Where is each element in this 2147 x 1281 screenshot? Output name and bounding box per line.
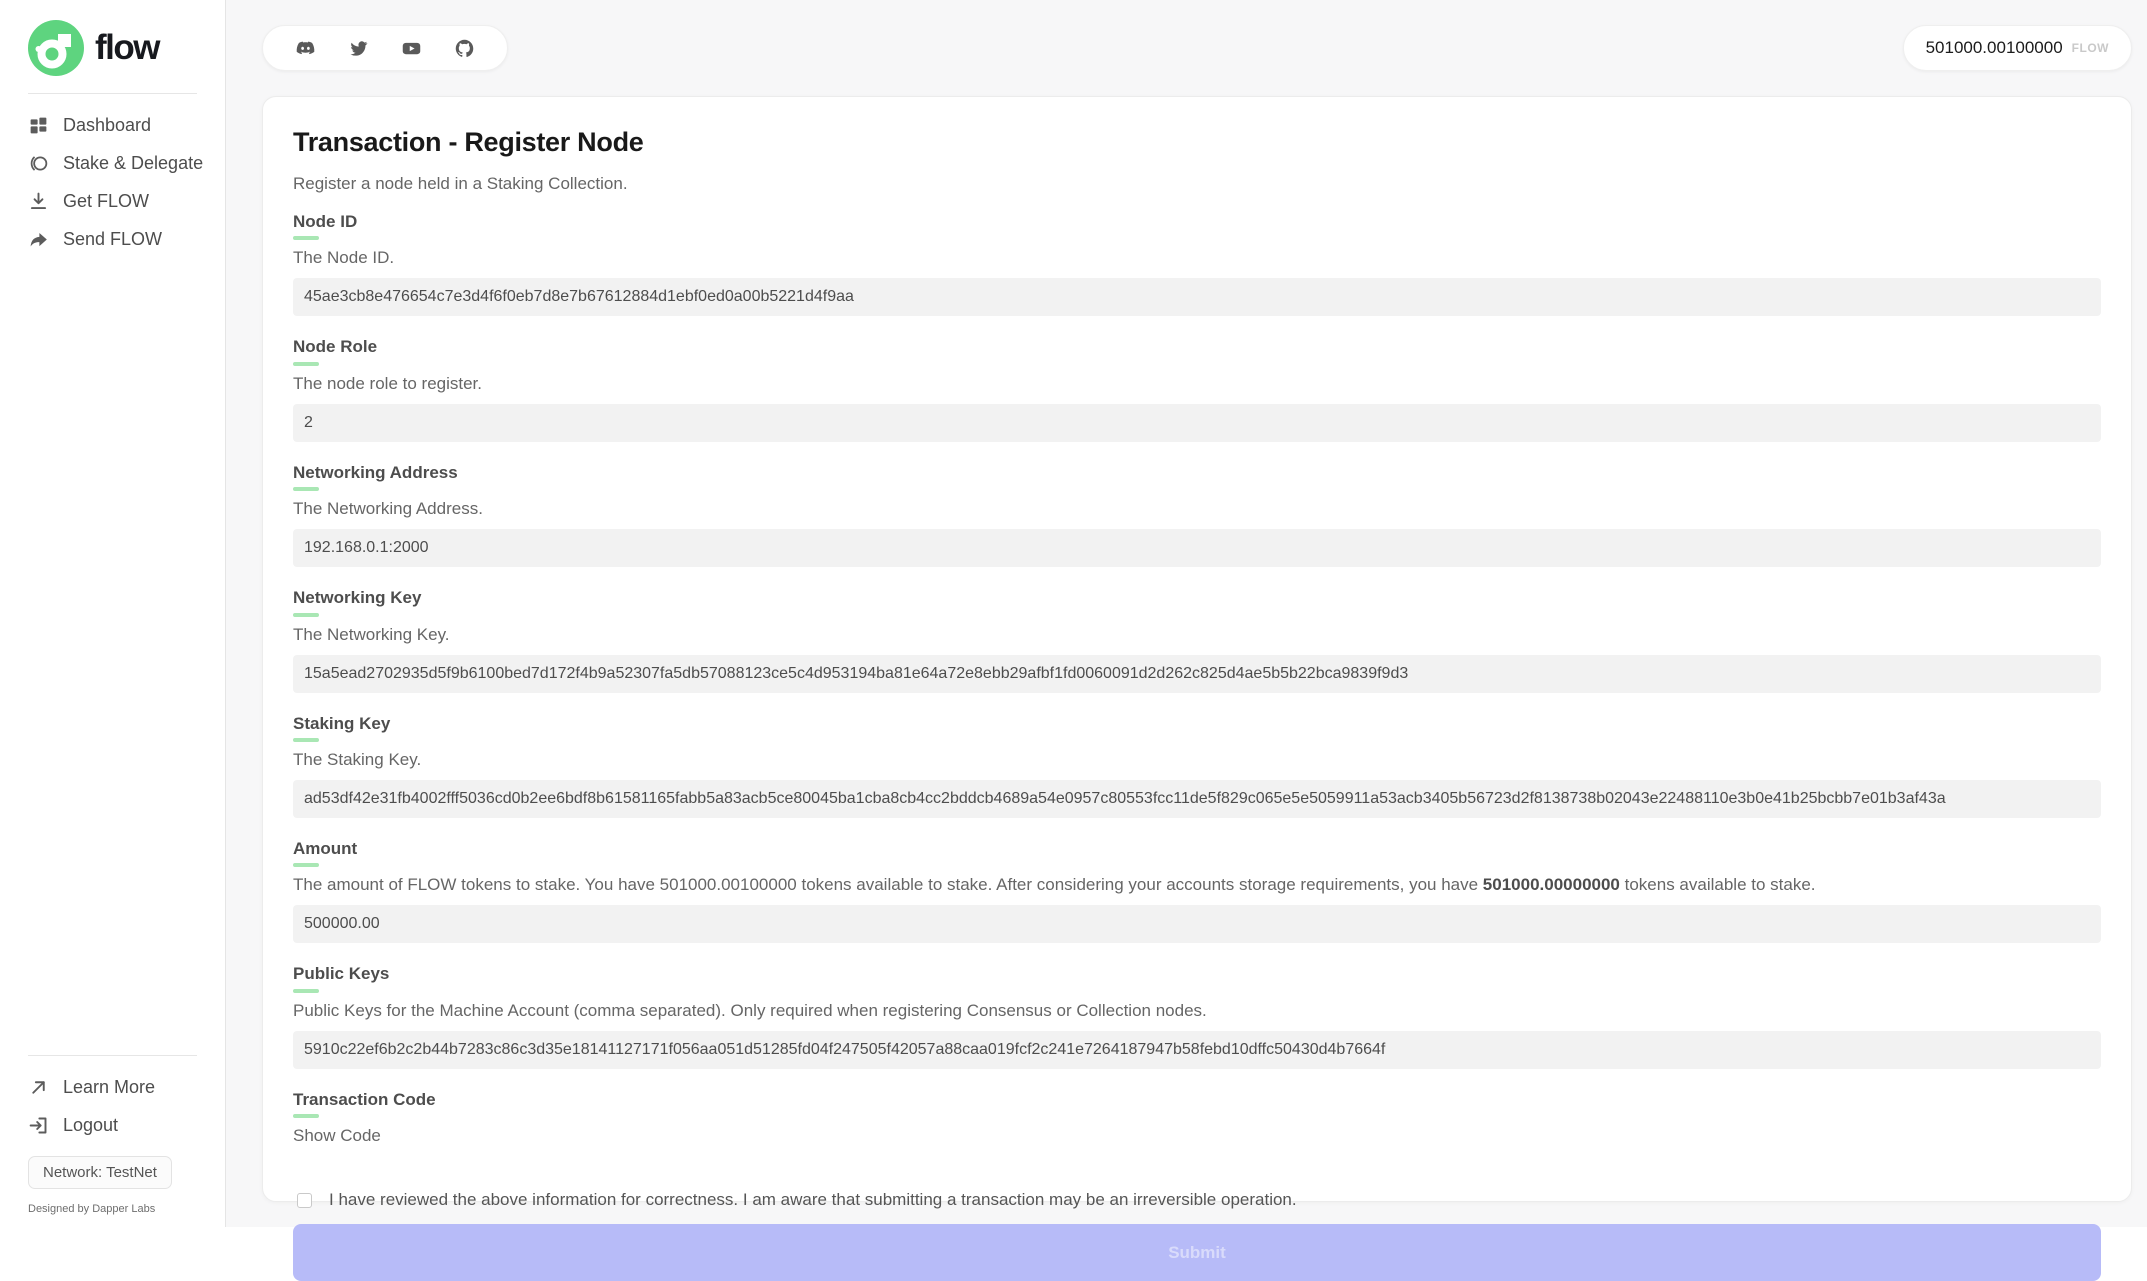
logout-icon	[28, 1115, 49, 1136]
youtube-icon[interactable]	[401, 38, 422, 59]
network-badge: Network: TestNet	[28, 1156, 172, 1189]
node-id-input[interactable]	[293, 278, 2101, 316]
flow-logo-wordmark: flow	[95, 28, 159, 68]
label-underline	[293, 613, 319, 617]
balance-currency-label: FLOW	[2072, 41, 2109, 55]
field-label: Networking Address	[293, 463, 2101, 491]
sidebar-nav: Dashboard Stake & Delegate Get FLOW Send…	[0, 106, 225, 258]
sidebar-divider	[28, 93, 197, 94]
dashboard-icon	[28, 115, 49, 136]
networking-key-input[interactable]	[293, 655, 2101, 693]
sidebar-item-logout[interactable]: Logout	[28, 1106, 225, 1144]
field-description: The node role to register.	[293, 374, 2101, 394]
field-label: Staking Key	[293, 714, 2101, 742]
sidebar-item-get-flow[interactable]: Get FLOW	[28, 182, 225, 220]
confirm-text: I have reviewed the above information fo…	[329, 1190, 1297, 1210]
flow-logo-icon	[28, 20, 84, 76]
balance-amount: 501000.00100000	[1926, 38, 2063, 58]
main-area: 501000.00100000 FLOW Transaction - Regis…	[226, 0, 2147, 1227]
page-subtitle: Register a node held in a Staking Collec…	[293, 174, 2101, 194]
show-code-toggle[interactable]: Show Code	[293, 1126, 381, 1146]
field-description: Public Keys for the Machine Account (com…	[293, 1001, 2101, 1021]
stake-delegate-icon	[28, 153, 49, 174]
sidebar-item-learn-more[interactable]: Learn More	[28, 1068, 225, 1106]
topbar: 501000.00100000 FLOW	[262, 25, 2132, 71]
sidebar-item-label: Send FLOW	[63, 229, 162, 250]
page-title: Transaction - Register Node	[293, 127, 2101, 158]
field-description: The amount of FLOW tokens to stake. You …	[293, 875, 2101, 895]
field-amount: Amount The amount of FLOW tokens to stak…	[293, 839, 2101, 964]
label-underline	[293, 989, 319, 993]
field-label: Node Role	[293, 337, 2101, 365]
sidebar-item-label: Learn More	[63, 1077, 155, 1098]
confirmation-row: I have reviewed the above information fo…	[297, 1190, 2101, 1210]
sidebar-footer-nav: Learn More Logout	[0, 1068, 225, 1144]
node-role-input[interactable]	[293, 404, 2101, 442]
sidebar-item-dashboard[interactable]: Dashboard	[28, 106, 225, 144]
flow-logo[interactable]: flow	[0, 0, 225, 76]
field-label: Node ID	[293, 212, 2101, 240]
submit-button[interactable]: Submit	[293, 1224, 2101, 1281]
discord-icon[interactable]	[295, 38, 316, 59]
field-description: The Staking Key.	[293, 750, 2101, 770]
label-underline	[293, 863, 319, 867]
sidebar-item-label: Logout	[63, 1115, 118, 1136]
public-keys-input[interactable]	[293, 1031, 2101, 1069]
sidebar-footer-divider	[28, 1055, 197, 1056]
sidebar-item-label: Dashboard	[63, 115, 151, 136]
sidebar-footer: Learn More Logout Network: TestNet Desig…	[0, 1038, 225, 1215]
label-underline	[293, 487, 319, 491]
field-label: Transaction Code	[293, 1090, 2101, 1118]
credit-text: Designed by Dapper Labs	[28, 1203, 225, 1215]
available-to-stake-amount: 501000.00000000	[1483, 875, 1620, 894]
label-underline	[293, 236, 319, 240]
field-label: Amount	[293, 839, 2101, 867]
amount-input[interactable]	[293, 905, 2101, 943]
field-label: Networking Key	[293, 588, 2101, 616]
label-underline	[293, 362, 319, 366]
field-node-role: Node Role The node role to register.	[293, 337, 2101, 462]
send-icon	[28, 229, 49, 250]
sidebar-item-label: Get FLOW	[63, 191, 149, 212]
field-transaction-code: Transaction Code Show Code	[293, 1090, 2101, 1146]
confirm-checkbox[interactable]	[297, 1193, 312, 1208]
field-networking-address: Networking Address The Networking Addres…	[293, 463, 2101, 588]
social-links-pill	[262, 25, 508, 71]
sidebar-item-label: Stake & Delegate	[63, 153, 203, 174]
field-description: The Networking Address.	[293, 499, 2101, 519]
account-balance-pill: 501000.00100000 FLOW	[1903, 25, 2132, 71]
field-label: Public Keys	[293, 964, 2101, 992]
field-description: The Node ID.	[293, 248, 2101, 268]
sidebar: flow Dashboard Stake & Delegate	[0, 0, 226, 1227]
field-description: The Networking Key.	[293, 625, 2101, 645]
github-icon[interactable]	[454, 38, 475, 59]
sidebar-item-send-flow[interactable]: Send FLOW	[28, 220, 225, 258]
field-staking-key: Staking Key The Staking Key.	[293, 714, 2101, 839]
field-networking-key: Networking Key The Networking Key.	[293, 588, 2101, 713]
label-underline	[293, 738, 319, 742]
field-public-keys: Public Keys Public Keys for the Machine …	[293, 964, 2101, 1089]
staking-key-input[interactable]	[293, 780, 2101, 818]
networking-address-input[interactable]	[293, 529, 2101, 567]
external-link-icon	[28, 1077, 49, 1098]
transaction-card: Transaction - Register Node Register a n…	[262, 96, 2132, 1202]
twitter-icon[interactable]	[348, 38, 369, 59]
label-underline	[293, 1114, 319, 1118]
sidebar-item-stake-delegate[interactable]: Stake & Delegate	[28, 144, 225, 182]
download-icon	[28, 191, 49, 212]
field-node-id: Node ID The Node ID.	[293, 212, 2101, 337]
